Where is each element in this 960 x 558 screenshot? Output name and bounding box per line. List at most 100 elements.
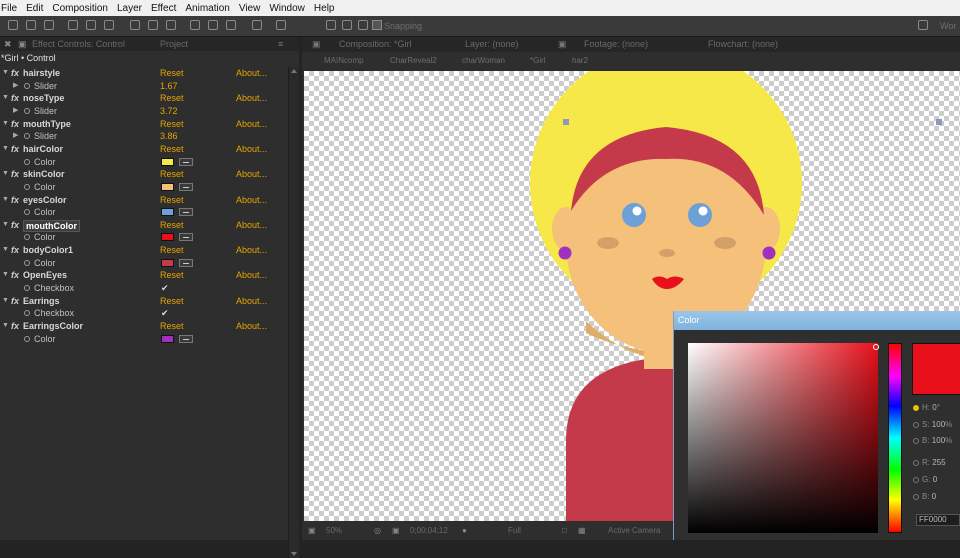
camera-icon[interactable]: ▣	[392, 526, 400, 535]
fx-toggle-icon[interactable]: fx	[11, 143, 19, 156]
fx-toggle-icon[interactable]: fx	[11, 269, 19, 282]
expand-triangle-icon[interactable]: ▶	[13, 105, 18, 118]
workspace-icon[interactable]	[918, 20, 928, 30]
stopwatch-icon[interactable]	[24, 183, 30, 190]
expand-triangle-icon[interactable]: ▼	[2, 118, 9, 131]
eyedropper-icon[interactable]	[179, 208, 193, 217]
menu-layer[interactable]: Layer	[116, 3, 148, 14]
color-field-value[interactable]: 0	[932, 492, 936, 501]
region-icon[interactable]: □	[562, 526, 567, 535]
panel-close-icon[interactable]: ✖	[4, 39, 12, 50]
zoom-select[interactable]: 50%	[326, 526, 342, 535]
effect-about-link[interactable]: About...	[236, 320, 267, 333]
stopwatch-icon[interactable]	[24, 133, 30, 140]
fx-toggle-icon[interactable]: fx	[11, 244, 19, 257]
axis-mode-icon[interactable]	[326, 20, 336, 30]
pan-behind-tool-icon[interactable]	[104, 20, 114, 30]
effect-reset-link[interactable]: Reset	[160, 320, 184, 333]
effect-row-hairstyle[interactable]: ▼ fx hairstyle Reset About...	[0, 67, 290, 80]
effect-name[interactable]: hairstyle	[23, 67, 60, 80]
menu-edit[interactable]: Edit	[25, 3, 49, 14]
effect-name[interactable]: mouthType	[23, 118, 71, 131]
expand-triangle-icon[interactable]: ▼	[2, 194, 9, 207]
effect-row-mouthcolor[interactable]: ▼ fx mouthColor Reset About...	[0, 219, 290, 232]
expand-triangle-icon[interactable]: ▶	[13, 80, 18, 93]
effect-reset-link[interactable]: Reset	[160, 295, 184, 308]
effect-controls-scrollbar[interactable]	[288, 67, 299, 558]
tab-composition[interactable]: Composition: *Girl	[339, 39, 412, 49]
panel-menu-icon[interactable]: ≡	[278, 39, 283, 49]
effect-name[interactable]: eyesColor	[23, 194, 67, 207]
stopwatch-icon[interactable]	[24, 82, 30, 89]
fx-toggle-icon[interactable]: fx	[11, 295, 19, 308]
color-field-0[interactable]: H: 0°	[913, 403, 940, 412]
effect-about-link[interactable]: About...	[236, 219, 267, 232]
effect-reset-link[interactable]: Reset	[160, 219, 184, 232]
expand-triangle-icon[interactable]: ▼	[2, 320, 9, 333]
zoom-tool-icon[interactable]	[44, 20, 54, 30]
hex-input[interactable]: FF0000	[916, 514, 960, 526]
tab-footage[interactable]: Footage: (none)	[584, 39, 648, 49]
camera-tool-icon[interactable]	[86, 20, 96, 30]
color-swatch[interactable]	[161, 233, 174, 242]
resolution-select[interactable]: Full	[508, 526, 521, 535]
effect-about-link[interactable]: About...	[236, 295, 267, 308]
layer-handle[interactable]	[936, 119, 942, 125]
effect-row-bodycolor1[interactable]: ▼ fx bodyColor1 Reset About...	[0, 244, 290, 257]
show-channel-icon[interactable]: ●	[462, 526, 467, 535]
color-field-value[interactable]: 100	[932, 420, 945, 429]
effect-name[interactable]: OpenEyes	[23, 269, 67, 282]
anchor-point-handle[interactable]	[563, 119, 569, 125]
stopwatch-icon[interactable]	[24, 209, 30, 216]
stopwatch-icon[interactable]	[24, 107, 30, 114]
color-field-value[interactable]: 100	[932, 436, 945, 445]
color-field-1[interactable]: S: 100%	[913, 420, 952, 429]
snapshot-icon[interactable]: ◎	[374, 526, 381, 535]
effect-about-link[interactable]: About...	[236, 168, 267, 181]
effect-reset-link[interactable]: Reset	[160, 67, 184, 80]
color-mode-radio[interactable]	[913, 438, 919, 444]
transparency-grid-icon[interactable]: ▦	[578, 526, 586, 535]
menu-effect[interactable]: Effect	[150, 3, 182, 14]
expand-triangle-icon[interactable]: ▼	[2, 269, 9, 282]
fx-toggle-icon[interactable]: fx	[11, 118, 19, 131]
hand-tool-icon[interactable]	[26, 20, 36, 30]
color-field-value[interactable]: 255	[932, 458, 945, 467]
expand-triangle-icon[interactable]: ▼	[2, 244, 9, 257]
effect-row-earringscolor[interactable]: ▼ fx EarringsColor Reset About...	[0, 320, 290, 333]
effect-reset-link[interactable]: Reset	[160, 143, 184, 156]
effect-about-link[interactable]: About...	[236, 269, 267, 282]
fx-toggle-icon[interactable]: fx	[11, 92, 19, 105]
effect-row-nosetype[interactable]: ▼ fx noseType Reset About...	[0, 92, 290, 105]
type-tool-icon[interactable]	[166, 20, 176, 30]
menu-view[interactable]: View	[238, 3, 267, 14]
expand-triangle-icon[interactable]: ▼	[2, 219, 9, 232]
breadcrumb-item[interactable]: CharReveal2	[390, 56, 437, 65]
expand-triangle-icon[interactable]: ▼	[2, 143, 9, 156]
slider-value[interactable]: 3.72	[160, 105, 178, 118]
menu-help[interactable]: Help	[313, 3, 341, 14]
world-axis-icon[interactable]	[342, 20, 352, 30]
stopwatch-icon[interactable]	[24, 259, 30, 266]
expand-triangle-icon[interactable]: ▼	[2, 168, 9, 181]
effect-row-earrings[interactable]: ▼ fx Earrings Reset About...	[0, 295, 290, 308]
stopwatch-icon[interactable]	[24, 335, 30, 342]
color-swatch[interactable]	[161, 182, 174, 191]
effect-reset-link[interactable]: Reset	[160, 194, 184, 207]
eraser-tool-icon[interactable]	[226, 20, 236, 30]
tab-flowchart[interactable]: Flowchart: (none)	[708, 39, 778, 49]
clone-tool-icon[interactable]	[208, 20, 218, 30]
selection-tool-icon[interactable]	[8, 20, 18, 30]
view-axis-icon[interactable]	[358, 20, 368, 30]
color-swatch[interactable]	[161, 334, 174, 343]
color-mode-radio[interactable]	[913, 494, 919, 500]
eyedropper-icon[interactable]	[179, 233, 193, 242]
effect-reset-link[interactable]: Reset	[160, 118, 184, 131]
eyedropper-icon[interactable]	[179, 258, 193, 267]
breadcrumb-item[interactable]: MAINcomp	[324, 56, 364, 65]
slider-value[interactable]: 1.67	[160, 80, 178, 93]
effect-name[interactable]: mouthColor	[23, 219, 80, 232]
eyedropper-icon[interactable]	[179, 334, 193, 343]
rotate-tool-icon[interactable]	[68, 20, 78, 30]
effect-row-haircolor[interactable]: ▼ fx hairColor Reset About...	[0, 143, 290, 156]
